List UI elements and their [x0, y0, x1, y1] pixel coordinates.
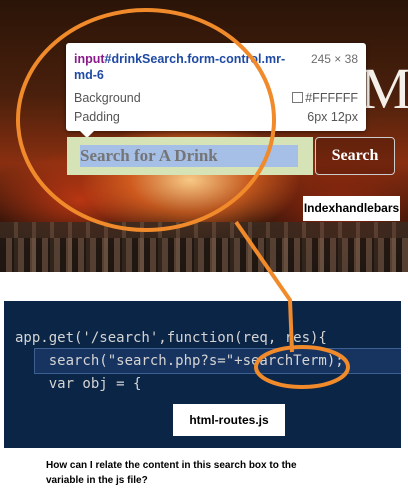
devtools-inspect-tooltip: input#drinkSearch.form-control.mr-md-6 2… — [66, 43, 366, 138]
hero-floor-detail — [0, 238, 408, 272]
tooltip-background-value: #FFFFFF — [292, 91, 358, 105]
indexhandlebars-label: Indexhandlebars — [303, 196, 400, 221]
tooltip-selector-tag: input — [74, 52, 105, 66]
code-line-2: search("search.php?s="+searchTerm); — [15, 353, 344, 369]
tooltip-selector-rest: #drinkSearch.form-control.mr-md-6 — [74, 52, 286, 82]
tooltip-selector: input#drinkSearch.form-control.mr-md-6 — [74, 51, 294, 83]
tooltip-padding-row: Padding 6px 12px — [74, 110, 358, 124]
code-line-3: var obj = { — [15, 376, 142, 392]
tooltip-background-row: Background #FFFFFF — [74, 91, 358, 105]
tooltip-background-label: Background — [74, 91, 141, 105]
hero-title-fragment: M — [360, 56, 408, 121]
color-swatch-icon — [292, 92, 304, 103]
search-button[interactable]: Search — [315, 137, 395, 175]
html-routes-label: html-routes.js — [173, 404, 285, 436]
tooltip-size: 245 × 38 — [310, 52, 358, 66]
question-text: How can I relate the content in this sea… — [46, 460, 297, 486]
search-input-highlight — [67, 137, 313, 175]
drink-search-input[interactable] — [80, 145, 298, 167]
tooltip-padding-value: 6px 12px — [307, 110, 358, 124]
tooltip-background-hex: #FFFFFF — [305, 91, 358, 105]
code-line-1: app.get('/search',function(req, res){ — [15, 330, 327, 346]
tooltip-padding-label: Padding — [74, 110, 120, 124]
hero-background: M — [0, 0, 408, 272]
